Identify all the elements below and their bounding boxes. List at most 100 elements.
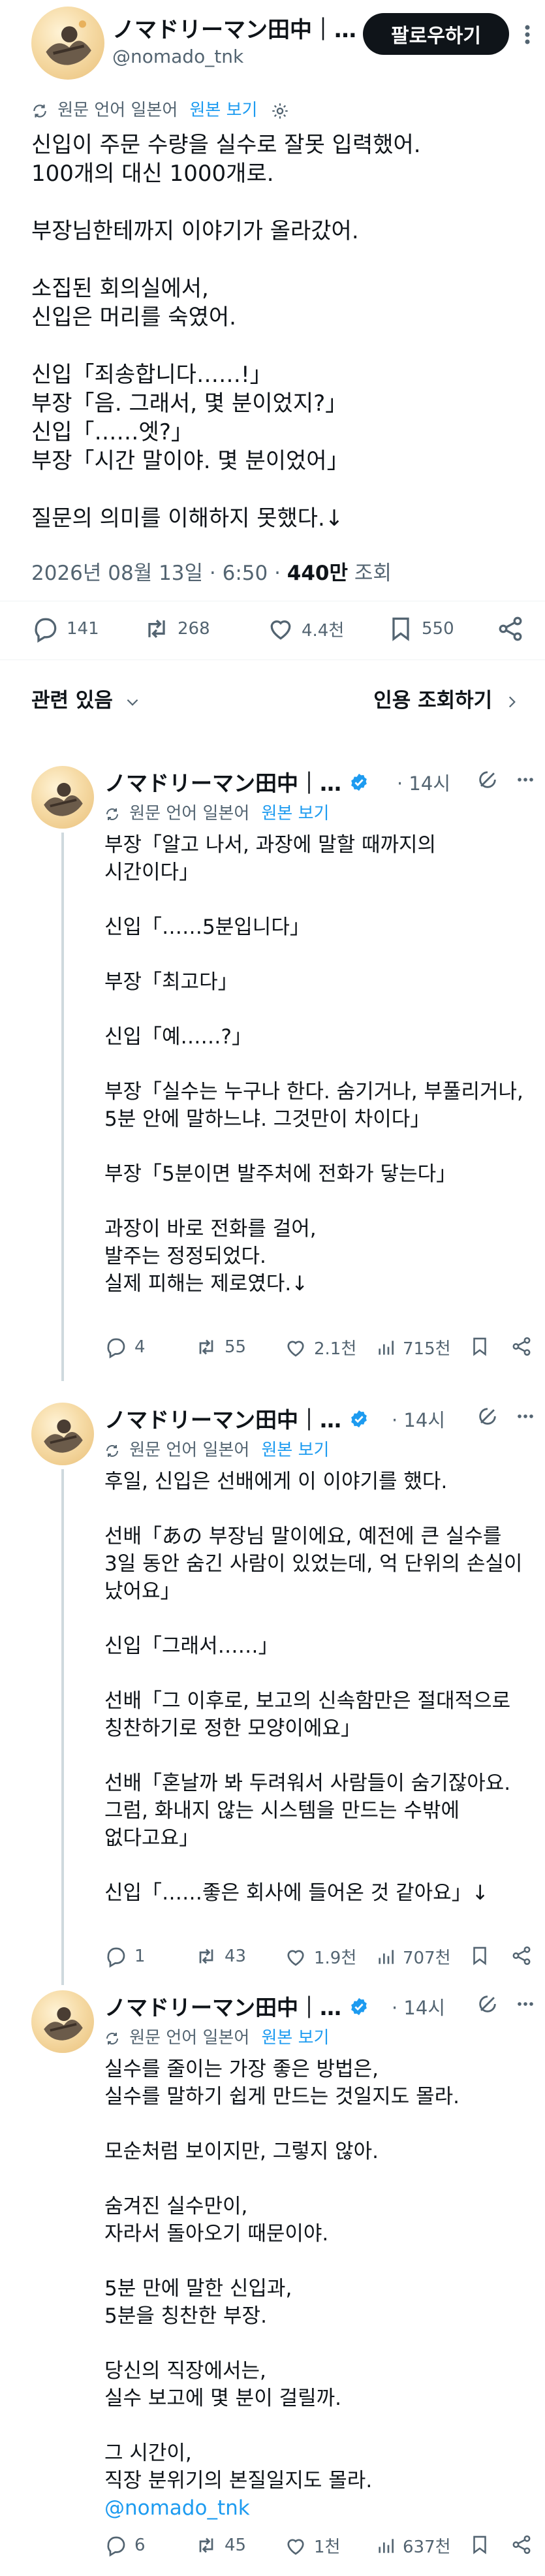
reply-count: 141 bbox=[67, 619, 99, 639]
views-button[interactable]: 715천 bbox=[375, 1335, 451, 1360]
reply-avatar[interactable] bbox=[31, 766, 94, 829]
retweet-count: 45 bbox=[225, 2536, 247, 2555]
reply-action-bar: 1 43 1.9천 707천 bbox=[0, 1945, 545, 1984]
thread-reply[interactable]: ノマドリーマン田中｜… · 14시 원문 언어 일본어 원본 보기 실수를 줄이… bbox=[0, 1985, 545, 2573]
main-tweet-text: 신입이 주문 수량을 실수로 잘못 입력했어. 100개의 대신 1000개로.… bbox=[31, 132, 421, 532]
grok-icon[interactable] bbox=[476, 769, 499, 793]
bookmark-icon bbox=[473, 1337, 486, 1356]
thread-reply[interactable]: ノマドリーマン田中｜… · 14시 원문 언어 일본어 원본 보기 후일, 신입… bbox=[0, 1397, 545, 1985]
translate-icon bbox=[106, 1444, 118, 1457]
view-original-link[interactable]: 원본 보기 bbox=[190, 101, 258, 120]
like-button[interactable]: 4.4천 bbox=[266, 614, 344, 643]
more-icon[interactable] bbox=[516, 1993, 535, 2018]
reply-time[interactable]: · 14시 bbox=[392, 1405, 445, 1433]
more-icon[interactable] bbox=[516, 1405, 535, 1430]
reply-time[interactable]: · 14시 bbox=[392, 1993, 445, 2020]
reply-icon bbox=[107, 2536, 125, 2557]
tweet-views-label: 조회 bbox=[348, 562, 392, 585]
view-quotes-label: 인용 조회하기 bbox=[373, 689, 493, 712]
reply-author-name-text: ノマドリーマン田中｜… bbox=[104, 771, 341, 796]
like-button[interactable]: 1.9천 bbox=[284, 1945, 356, 1969]
reply-author-name-text: ノマドリーマン田中｜… bbox=[104, 1407, 341, 1433]
share-button[interactable] bbox=[510, 1335, 539, 1358]
like-icon bbox=[287, 1949, 304, 1966]
share-button[interactable] bbox=[510, 2534, 539, 2556]
view-original-link[interactable]: 원본 보기 bbox=[262, 804, 330, 823]
thread-connector bbox=[61, 833, 64, 1381]
verified-badge-icon bbox=[349, 772, 369, 797]
view-original-link[interactable]: 원본 보기 bbox=[262, 2028, 330, 2048]
author-name-text: ノマドリーマン田中｜… bbox=[112, 17, 356, 43]
settings-icon[interactable] bbox=[271, 102, 289, 120]
views-button[interactable]: 707천 bbox=[375, 1945, 451, 1969]
author-name[interactable]: ノマドリーマン田中｜… bbox=[112, 12, 385, 44]
author-handle[interactable]: @nomado_tnk bbox=[112, 46, 243, 67]
thread-reply[interactable]: ノマドリーマン田中｜… · 14시 원문 언어 일본어 원본 보기 부장「알고 … bbox=[0, 761, 545, 1394]
chevron-down-icon bbox=[127, 699, 138, 706]
like-icon bbox=[287, 2538, 304, 2555]
views-count: 715천 bbox=[403, 1339, 451, 1359]
reply-action-bar: 4 55 2.1천 715천 bbox=[0, 1335, 545, 1375]
verified-badge-icon bbox=[349, 1408, 369, 1434]
retweet-icon bbox=[199, 1948, 213, 1964]
views-icon bbox=[379, 1340, 394, 1355]
like-icon bbox=[270, 620, 291, 640]
bookmark-button[interactable] bbox=[469, 2534, 497, 2556]
retweet-button[interactable]: 268 bbox=[142, 614, 210, 643]
reply-author-name[interactable]: ノマドリーマン田中｜… bbox=[104, 1990, 369, 2022]
reply-avatar[interactable] bbox=[31, 1403, 94, 1465]
tweet-thread-page: ノマドリーマン田中｜… @nomado_tnk 팔로우하기 원문 언어 일본어 … bbox=[0, 0, 545, 2576]
views-button[interactable]: 637천 bbox=[375, 2534, 451, 2558]
like-button[interactable]: 1천 bbox=[284, 2534, 340, 2558]
reply-author-name-text: ノマドリーマン田中｜… bbox=[104, 1995, 341, 2020]
retweet-button[interactable]: 43 bbox=[195, 1945, 246, 1968]
bookmark-button[interactable] bbox=[469, 1335, 497, 1358]
retweet-button[interactable]: 55 bbox=[195, 1335, 246, 1359]
retweet-button[interactable]: 45 bbox=[195, 2534, 246, 2557]
tweet-views-count: 440만 bbox=[287, 562, 349, 585]
reply-button[interactable]: 6 bbox=[104, 2534, 146, 2557]
reply-author-name[interactable]: ノマドリーマン田中｜… bbox=[104, 1403, 369, 1434]
view-original-link[interactable]: 원본 보기 bbox=[262, 1440, 330, 1460]
bookmark-icon bbox=[392, 617, 409, 641]
reply-button[interactable]: 1 bbox=[104, 1945, 146, 1968]
related-sort-dropdown[interactable]: 관련 있음 bbox=[31, 684, 141, 713]
bookmark-button[interactable]: 550 bbox=[386, 614, 454, 643]
retweet-count: 43 bbox=[225, 1947, 247, 1966]
grok-icon[interactable] bbox=[476, 1993, 499, 2018]
retweet-icon bbox=[199, 2537, 213, 2553]
follow-button[interactable]: 팔로우하기 bbox=[363, 13, 509, 55]
share-button[interactable] bbox=[510, 1945, 539, 1967]
bookmark-button[interactable] bbox=[469, 1945, 497, 1967]
tweet-date[interactable]: 2026년 08월 13일 · 6:50 · bbox=[31, 562, 287, 585]
reply-button[interactable]: 141 bbox=[31, 614, 99, 643]
share-icon bbox=[512, 1337, 531, 1356]
like-count: 1.9천 bbox=[314, 1948, 357, 1968]
more-icon[interactable] bbox=[516, 18, 539, 51]
like-count: 2.1천 bbox=[314, 1339, 357, 1359]
reply-text: 후일, 신입은 선배에게 이 이야기를 했다. 선배「あの 부장님 말이에요, … bbox=[104, 1470, 523, 1905]
views-count: 707천 bbox=[403, 1948, 451, 1968]
tweet-meta: 2026년 08월 13일 · 6:50 · 440만 조회 bbox=[31, 556, 392, 586]
share-icon bbox=[512, 1946, 531, 1965]
chevron-right-icon bbox=[508, 696, 516, 707]
bookmark-icon bbox=[473, 1947, 486, 1965]
reply-button[interactable]: 4 bbox=[104, 1335, 146, 1359]
view-quotes-link[interactable]: 인용 조회하기 bbox=[373, 684, 520, 713]
reply-author-name[interactable]: ノマドリーマン田中｜… bbox=[104, 766, 369, 797]
translation-label: 원문 언어 일본어 bbox=[129, 804, 250, 823]
grok-icon[interactable] bbox=[476, 1405, 499, 1430]
reply-count: 1 bbox=[134, 1947, 146, 1966]
like-button[interactable]: 2.1천 bbox=[284, 1335, 356, 1360]
reply-avatar[interactable] bbox=[31, 1990, 94, 2053]
author-avatar[interactable] bbox=[31, 7, 104, 80]
reply-time[interactable]: · 14시 bbox=[397, 769, 450, 796]
share-icon bbox=[499, 616, 522, 641]
translation-label: 원문 언어 일본어 bbox=[129, 1440, 250, 1460]
share-button[interactable] bbox=[496, 614, 531, 643]
author-mention-link[interactable]: @nomado_tnk bbox=[104, 2496, 250, 2520]
more-icon[interactable] bbox=[516, 769, 535, 793]
translate-icon bbox=[106, 2032, 118, 2044]
related-sort-label: 관련 있음 bbox=[31, 689, 113, 712]
reply-action-bar: 6 45 1천 637천 bbox=[0, 2534, 545, 2573]
